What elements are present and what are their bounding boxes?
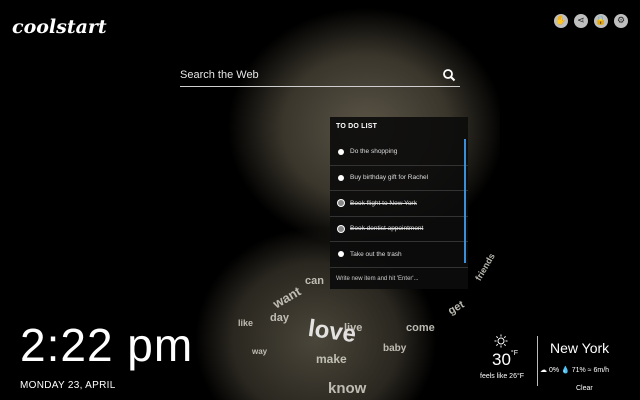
- wind-value: 6m/h: [593, 367, 610, 374]
- humidity-icon: 💧: [561, 367, 570, 374]
- todo-item[interactable]: Take out the trash: [330, 241, 468, 267]
- weather-feels-like: feels like 26°F: [480, 373, 525, 380]
- weather-temperature: 30°F: [492, 350, 518, 370]
- todo-checkbox[interactable]: [338, 174, 344, 181]
- todo-new-item-input[interactable]: Write new item and hit 'Enter'...: [330, 267, 468, 289]
- bg-word: know: [328, 380, 367, 397]
- todo-checkbox[interactable]: [338, 148, 344, 155]
- gear-icon[interactable]: ⚙: [614, 14, 628, 28]
- todo-item-text: Book flight to New York: [350, 199, 417, 207]
- todo-item-text: Book dentist appointment: [350, 225, 424, 233]
- bg-word: day: [270, 312, 289, 324]
- share-icon[interactable]: ⋖: [574, 14, 588, 28]
- todo-panel: TO DO LIST Do the shopping Buy birthday …: [330, 117, 468, 289]
- search-input[interactable]: [180, 66, 430, 84]
- bg-word: live: [344, 322, 363, 334]
- todo-checkbox[interactable]: [338, 200, 344, 207]
- todo-checkbox[interactable]: [338, 251, 344, 258]
- search-icon[interactable]: [442, 68, 456, 82]
- precip-value: 0%: [548, 367, 560, 374]
- bg-word: come: [406, 322, 435, 334]
- humidity-value: 71%: [571, 367, 586, 374]
- sun-icon: [494, 334, 508, 348]
- todo-item[interactable]: Buy birthday gift for Rachel: [330, 164, 468, 191]
- todo-checkbox[interactable]: [338, 225, 344, 232]
- weather-condition: Clear: [576, 385, 593, 392]
- top-toolbar: ✋ ⋖ 🔒 ⚙: [554, 14, 628, 28]
- todo-item[interactable]: Book flight to New York: [330, 190, 468, 216]
- weather-city[interactable]: New York: [550, 340, 609, 356]
- todo-item[interactable]: Book dentist appointment: [330, 215, 468, 242]
- app-logo[interactable]: coolstart: [12, 16, 107, 38]
- bg-word: like: [238, 318, 254, 328]
- bg-word: baby: [383, 343, 407, 354]
- wind-icon: ≈: [587, 367, 592, 374]
- cloud-icon: ☁: [540, 367, 547, 374]
- weather-divider: [537, 336, 538, 386]
- clock-time: 2:22 pm: [20, 319, 194, 371]
- todo-title: TO DO LIST: [336, 123, 378, 130]
- temp-value: 30: [492, 350, 511, 369]
- temp-unit: °F: [510, 350, 518, 357]
- hand-icon[interactable]: ✋: [554, 14, 568, 28]
- search-bar: [180, 66, 460, 87]
- clock-date: MONDAY 23, APRIL: [20, 380, 116, 391]
- todo-item[interactable]: Do the shopping: [330, 139, 468, 165]
- todo-item-text: Do the shopping: [350, 148, 398, 156]
- bg-word: way: [252, 347, 268, 356]
- todo-scrollbar[interactable]: [464, 139, 466, 263]
- bg-word: make: [316, 352, 347, 366]
- todo-item-text: Buy birthday gift for Rachel: [350, 174, 429, 182]
- weather-stats: ☁ 0% 💧 71% ≈ 6m/h: [540, 366, 609, 374]
- todo-list: Do the shopping Buy birthday gift for Ra…: [330, 139, 468, 267]
- bg-word: can: [305, 275, 324, 287]
- lock-icon[interactable]: 🔒: [594, 14, 608, 28]
- todo-item-text: Take out the trash: [350, 250, 402, 258]
